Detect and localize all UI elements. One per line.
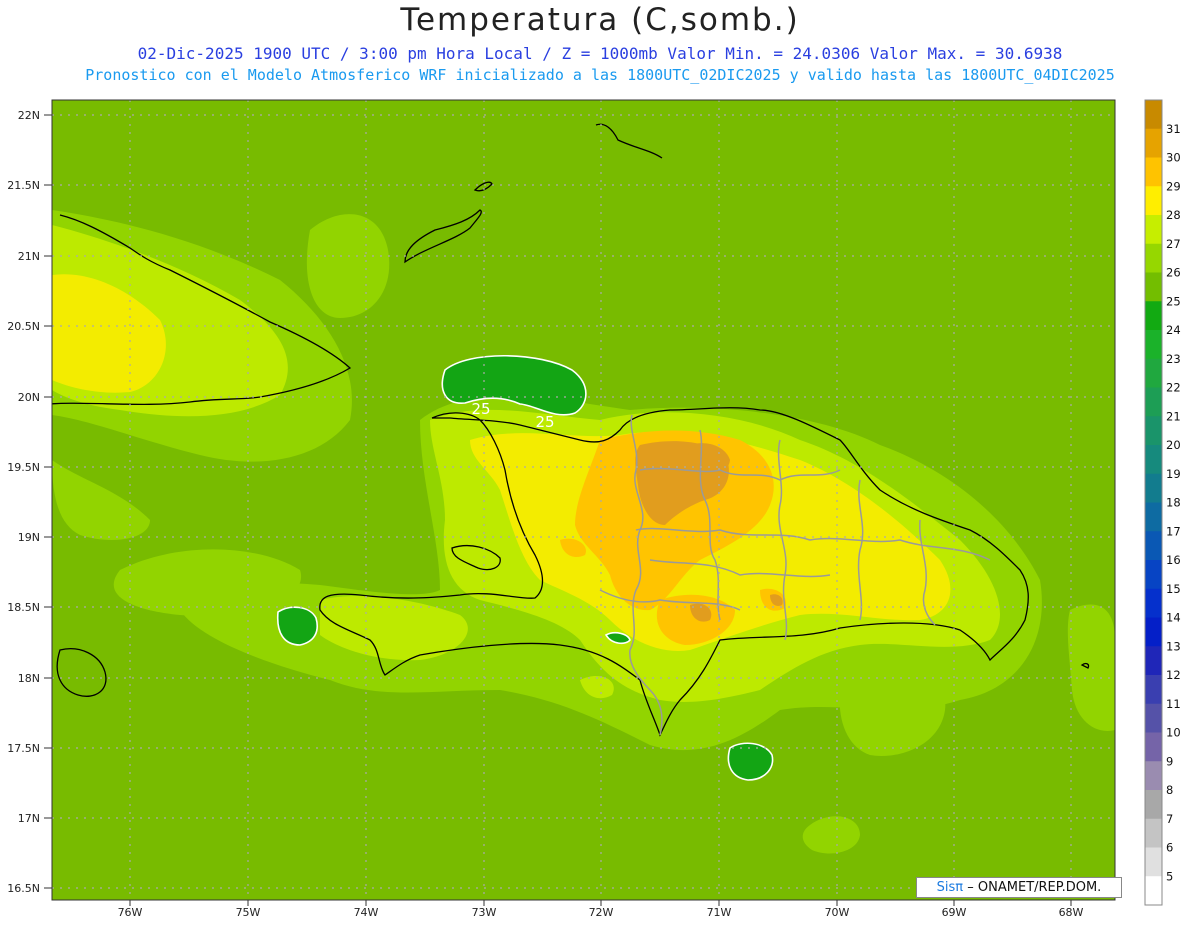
lon-label: 68W (1059, 906, 1084, 919)
colorbar-label: 29 (1166, 179, 1181, 193)
colorbar-label: 23 (1166, 352, 1181, 366)
lon-label: 70W (825, 906, 850, 919)
colorbar-label: 10 (1166, 726, 1181, 740)
colorbar-swatch (1145, 358, 1162, 388)
colorbar-swatch (1145, 790, 1162, 820)
lon-label: 76W (118, 906, 143, 919)
colorbar-label: 22 (1166, 381, 1181, 395)
colorbar-swatch (1145, 588, 1162, 618)
colorbar-swatch (1145, 272, 1162, 302)
colorbar-label: 18 (1166, 496, 1181, 510)
colorbar-swatch (1145, 703, 1162, 733)
colorbar-swatch (1145, 301, 1162, 331)
colorbar-swatch (1145, 100, 1162, 130)
contour-label-25: 25 (471, 400, 490, 418)
lon-label: 73W (472, 906, 497, 919)
colorbar-label: 17 (1166, 524, 1181, 538)
colorbar-label: 11 (1166, 697, 1181, 711)
colorbar-swatch (1145, 560, 1162, 590)
colorbar-swatch (1145, 243, 1162, 273)
colorbar-label: 16 (1166, 553, 1181, 567)
colorbar-swatch (1145, 847, 1162, 877)
colorbar-label: 12 (1166, 668, 1181, 682)
colorbar-label: 14 (1166, 611, 1181, 625)
colorbar: 31 30 29 28 27 26 25 24 23 22 21 20 19 18 17 16 15 14 13 12… (1144, 99, 1181, 906)
lat-label: 17N (18, 812, 40, 825)
colorbar-swatch (1145, 186, 1162, 216)
colorbar-swatch (1145, 215, 1162, 245)
lat-label: 21N (18, 250, 40, 263)
colorbar-swatch (1145, 761, 1162, 791)
lon-label: 75W (236, 906, 261, 919)
colorbar-swatch (1145, 416, 1162, 446)
colorbar-label: 19 (1166, 467, 1181, 481)
colorbar-label: 6 (1166, 841, 1173, 855)
lat-label: 16.5N (7, 882, 40, 895)
lon-label: 74W (354, 906, 379, 919)
lat-label: 20.5N (7, 320, 40, 333)
longitude-labels: 76W 75W 74W 73W 72W 71W 70W 69W 68W (118, 900, 1084, 919)
latitude-labels: 22N 21.5N 21N 20.5N 20N 19.5N 19N 18.5N 18N 17.5N… (7, 109, 52, 895)
lon-label: 71W (707, 906, 732, 919)
colorbar-swatch (1145, 732, 1162, 762)
colorbar-label: 26 (1166, 266, 1181, 280)
colorbar-label: 15 (1166, 582, 1181, 596)
lat-label: 21.5N (7, 179, 40, 192)
colorbar-label: 28 (1166, 208, 1181, 222)
colorbar-swatch (1145, 330, 1162, 360)
colorbar-swatch (1145, 646, 1162, 676)
colorbar-swatch (1145, 157, 1162, 187)
colorbar-label: 13 (1166, 639, 1181, 653)
colorbar-label: 25 (1166, 294, 1181, 308)
colorbar-label: 21 (1166, 409, 1181, 423)
lat-label: 19N (18, 531, 40, 544)
lat-label: 18N (18, 672, 40, 685)
map-plot-area: 25 25 (52, 100, 1115, 900)
lat-label: 18.5N (7, 601, 40, 614)
colorbar-swatch (1145, 675, 1162, 705)
temperature-map: 25 25 22N 21.5N 21N 20.5N 20N 19.5N 19N 18.5N 18… (7, 99, 1181, 919)
colorbar-label: 27 (1166, 237, 1181, 251)
colorbar-swatch (1145, 617, 1162, 647)
colorbar-swatch (1145, 876, 1162, 906)
colorbar-label: 7 (1166, 812, 1173, 826)
lat-label: 19.5N (7, 461, 40, 474)
lon-label: 69W (942, 906, 967, 919)
lat-label: 17.5N (7, 742, 40, 755)
colorbar-label: 30 (1166, 151, 1181, 165)
colorbar-label: 9 (1166, 754, 1173, 768)
colorbar-label: 20 (1166, 438, 1181, 452)
colorbar-label: 8 (1166, 783, 1173, 797)
colorbar-swatch (1145, 128, 1162, 158)
contour-label-25: 25 (535, 413, 554, 431)
colorbar-swatch (1145, 387, 1162, 417)
lat-label: 22N (18, 109, 40, 122)
credit-text: – ONAMET/REP.DOM. (967, 880, 1102, 895)
sispi-logo: Sisπ (936, 880, 964, 895)
colorbar-swatch (1145, 531, 1162, 561)
colorbar-swatch (1145, 502, 1162, 532)
credit-box: Sisπ – ONAMET/REP.DOM. (916, 877, 1122, 898)
colorbar-label: 31 (1166, 122, 1181, 136)
colorbar-swatch (1145, 473, 1162, 503)
colorbar-swatch (1145, 818, 1162, 848)
colorbar-label: 5 (1166, 869, 1173, 883)
lat-label: 20N (18, 391, 40, 404)
colorbar-swatch (1145, 445, 1162, 475)
lon-label: 72W (589, 906, 614, 919)
colorbar-label: 24 (1166, 323, 1181, 337)
